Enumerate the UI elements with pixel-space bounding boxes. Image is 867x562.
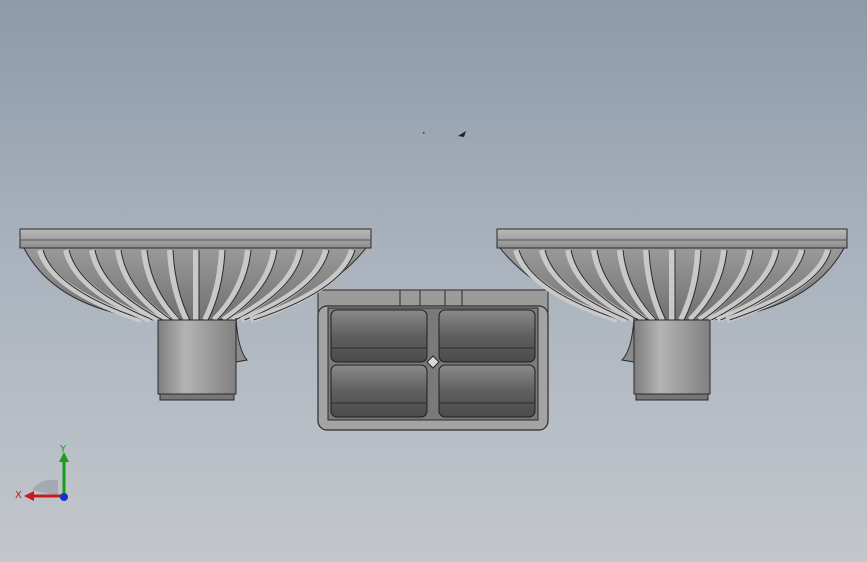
center-holder[interactable] — [317, 289, 549, 431]
coordinate-triad: Y X — [15, 444, 69, 501]
triad-plane — [32, 479, 58, 496]
x-axis-label: X — [15, 490, 22, 501]
model-render[interactable] — [0, 0, 867, 562]
right-basket[interactable] — [496, 228, 848, 401]
y-axis-label: Y — [59, 444, 67, 455]
z-axis-dot — [60, 493, 68, 501]
cad-graphics-viewport[interactable]: Y X — [0, 0, 867, 562]
stray-fragment — [423, 131, 466, 137]
x-axis-arrowhead — [24, 491, 34, 501]
